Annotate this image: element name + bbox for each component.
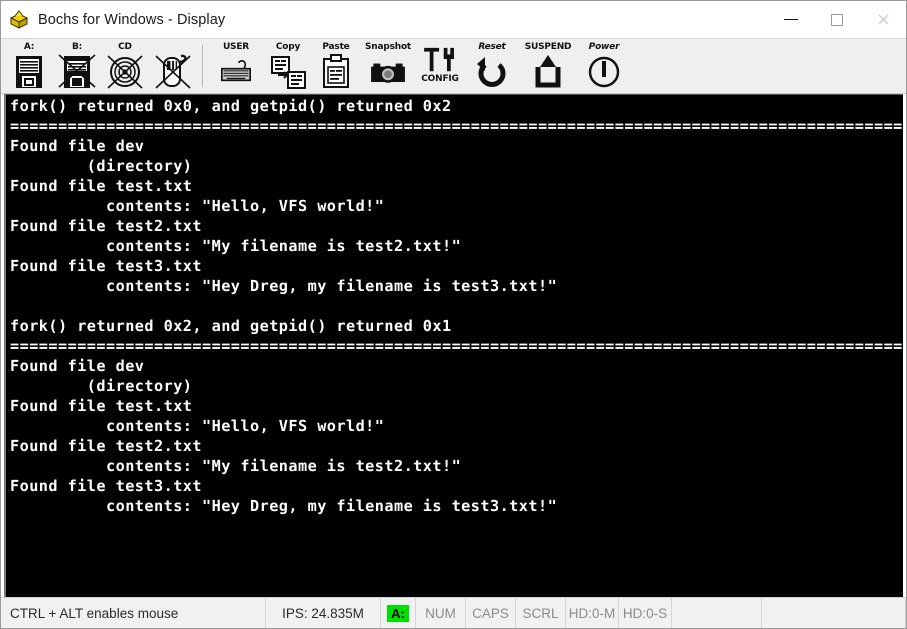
toolbar-button-config[interactable]: CONFIG xyxy=(416,40,464,92)
cdrom-disc-icon xyxy=(107,55,143,89)
status-indicator-caps: CAPS xyxy=(466,598,516,628)
toolbar-label-floppy-b: B: xyxy=(71,42,83,52)
maximize-button[interactable] xyxy=(814,1,860,38)
toolbar-label-power: Power xyxy=(588,42,620,52)
toolbar-label-suspend: SUSPEND xyxy=(524,42,572,52)
status-indicator-num: NUM xyxy=(416,598,466,628)
status-indicator-hd0m: HD:0-M xyxy=(566,598,619,628)
bochs-box-icon xyxy=(8,9,30,31)
toolbar-button-copy[interactable]: Copy xyxy=(264,40,312,92)
toolbar-label-copy: Copy xyxy=(275,42,301,52)
window-controls xyxy=(768,1,906,38)
toolbar-label-paste: Paste xyxy=(322,42,350,52)
toolbar-button-paste[interactable]: Paste xyxy=(312,40,360,92)
toolbar-label-config: CONFIG xyxy=(421,74,459,84)
toolbar-button-mouse[interactable] xyxy=(149,40,197,92)
tools-config-icon xyxy=(424,47,454,72)
paste-clipboard-icon xyxy=(323,54,349,88)
floppy-a-led-label: A: xyxy=(387,604,409,622)
status-indicator-hd0s: HD:0-S xyxy=(619,598,672,628)
toolbar-label-user: USER xyxy=(222,42,250,52)
toolbar-button-reset[interactable]: Reset xyxy=(464,40,520,92)
toolbar-button-user[interactable]: USER xyxy=(208,40,264,92)
toolbar-label-floppy-a: A: xyxy=(23,42,35,52)
vga-console-text: fork() returned 0x0, and getpid() return… xyxy=(10,97,903,515)
camera-snapshot-icon xyxy=(371,63,405,83)
floppy-disk-a-icon xyxy=(16,56,42,88)
status-floppy-a-led: A: xyxy=(381,598,416,628)
status-spacer-1 xyxy=(672,598,762,628)
window-title: Bochs for Windows - Display xyxy=(38,11,226,28)
vga-display-area: fork() returned 0x0, and getpid() return… xyxy=(1,94,906,597)
toolbar-button-power[interactable]: Power xyxy=(576,40,632,92)
status-indicator-scrl: SCRL xyxy=(516,598,566,628)
minimize-icon xyxy=(784,19,798,20)
status-message: CTRL + ALT enables mouse xyxy=(1,598,266,628)
minimize-button[interactable] xyxy=(768,1,814,38)
toolbar-button-suspend[interactable]: SUSPEND xyxy=(520,40,576,92)
bochs-window: Bochs for Windows - Display A: B: CD USE… xyxy=(0,0,907,629)
vga-screen[interactable]: fork() returned 0x0, and getpid() return… xyxy=(4,94,903,597)
mouse-disabled-icon xyxy=(155,54,191,89)
maximize-icon xyxy=(831,13,843,26)
status-bar: CTRL + ALT enables mouse IPS: 24.835M A:… xyxy=(1,597,906,628)
reset-arrow-icon xyxy=(477,57,506,87)
close-button[interactable] xyxy=(860,1,906,38)
floppy-disk-b-icon xyxy=(58,54,96,88)
toolbar-label-cdrom: CD xyxy=(118,42,132,52)
title-bar: Bochs for Windows - Display xyxy=(1,1,906,38)
power-icon xyxy=(588,56,620,88)
toolbar-button-floppy-b[interactable]: B: xyxy=(53,40,101,92)
toolbar: A: B: CD USER Copy Paste Snapshot CONFIG… xyxy=(1,38,906,94)
toolbar-separator xyxy=(202,45,203,87)
close-icon xyxy=(877,13,890,26)
status-ips: IPS: 24.835M xyxy=(266,598,381,628)
toolbar-button-snapshot[interactable]: Snapshot xyxy=(360,40,416,92)
toolbar-button-floppy-a[interactable]: A: xyxy=(5,40,53,92)
suspend-icon xyxy=(535,55,561,88)
toolbar-label-snapshot: Snapshot xyxy=(364,42,412,52)
status-spacer-2 xyxy=(762,598,906,628)
keyboard-icon xyxy=(221,59,251,82)
toolbar-label-reset: Reset xyxy=(478,42,506,52)
copy-icon xyxy=(271,56,306,89)
toolbar-button-cdrom[interactable]: CD xyxy=(101,40,149,92)
